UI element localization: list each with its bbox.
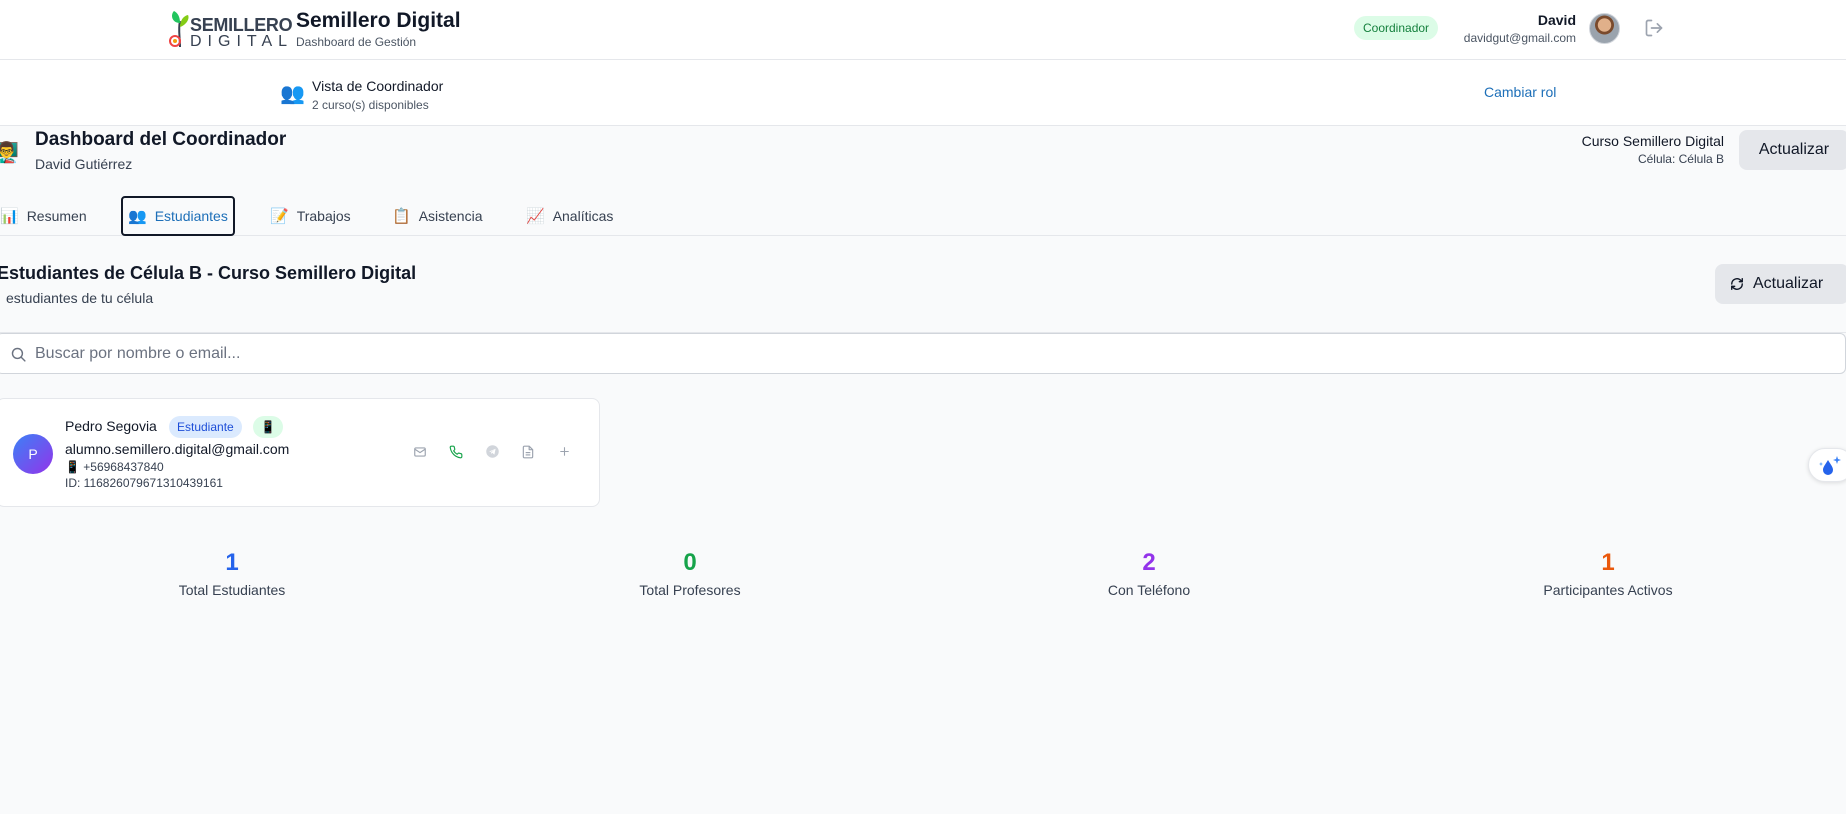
student-id: ID: 116826079671310439161: [65, 476, 223, 490]
stat-total-students-value: 1: [225, 549, 239, 576]
student-phone: 📱 +56968437840: [65, 460, 164, 474]
students-section-title: Estudiantes de Célula B - Curso Semiller…: [0, 263, 417, 283]
app-subtitle: Dashboard de Gestión: [296, 35, 417, 49]
stat-with-phone-label: Con Teléfono: [1107, 582, 1191, 598]
tab-asistencia[interactable]: 📋 Asistencia: [388, 196, 487, 236]
stat-total-students-label: Total Estudiantes: [178, 582, 286, 598]
stat-total-teachers-value: 0: [683, 549, 697, 576]
students-refresh-button[interactable]: Actualizar: [1715, 264, 1846, 304]
search-icon: [11, 347, 26, 362]
tab-label: Trabajos: [296, 208, 351, 224]
course-cell: Célula: Célula B: [1637, 152, 1724, 166]
user-name: David: [1537, 12, 1576, 28]
refresh-icon: [1731, 278, 1743, 290]
teacher-emoji-icon: 👨‍🏫: [0, 142, 19, 164]
view-document-button[interactable]: [519, 444, 537, 462]
coordinator-people-icon: 👥: [280, 83, 305, 105]
dashboard-refresh-button[interactable]: Actualizar: [1739, 130, 1846, 170]
trend-chart-icon: 📈: [526, 208, 545, 225]
telegram-button[interactable]: [483, 444, 501, 462]
telegram-icon: [485, 445, 499, 458]
refresh-label: Actualizar: [1753, 275, 1824, 292]
clipboard-icon: 📋: [392, 208, 411, 225]
stat-active-participants-value: 1: [1601, 549, 1615, 576]
top-header: SEMILLERO DIGITAL Semillero Digital Dash…: [0, 0, 1846, 60]
logout-icon[interactable]: [1644, 18, 1664, 38]
tab-estudiantes[interactable]: 👥 Estudiantes: [121, 196, 235, 236]
student-search-input[interactable]: [35, 340, 1815, 368]
logo-text-bottom: DIGITAL: [190, 33, 294, 50]
dashboard-tabs: 📊 Resumen 👥 Estudiantes 📝 Trabajos 📋 Asi…: [0, 196, 1846, 236]
tab-label: Estudiantes: [154, 208, 228, 224]
document-icon: [522, 445, 534, 458]
stat-active-participants-label: Participantes Activos: [1543, 582, 1673, 598]
floating-assistant-button[interactable]: [1808, 448, 1846, 482]
has-phone-badge: 📱: [253, 416, 283, 438]
role-bar: 👥 Vista de Coordinador 2 curso(s) dispon…: [0, 60, 1846, 126]
dashboard-title: Dashboard del Coordinador: [35, 129, 287, 150]
sparkle-drop-icon: [1819, 456, 1841, 475]
tab-trabajos[interactable]: 📝 Trabajos: [266, 196, 355, 236]
students-section-subtitle: estudiantes de tu célula: [6, 290, 154, 306]
stat-total-teachers-label: Total Profesores: [639, 582, 741, 598]
tab-label: Analíticas: [552, 208, 614, 224]
tab-analiticas[interactable]: 📈 Analíticas: [522, 196, 617, 236]
stat-with-phone-value: 2: [1142, 549, 1156, 576]
call-button[interactable]: [447, 444, 465, 462]
role-badge: Coordinador: [1354, 16, 1439, 40]
plus-icon: [559, 447, 569, 456]
bar-chart-icon: 📊: [0, 208, 19, 225]
student-avatar: P: [13, 434, 53, 474]
add-button[interactable]: [555, 444, 573, 462]
change-role-button[interactable]: Cambiar rol: [1484, 84, 1556, 100]
sprout-logo-icon: [169, 11, 189, 48]
dashboard-user-name: David Gutiérrez: [35, 156, 133, 172]
memo-icon: 📝: [270, 208, 289, 225]
tab-resumen[interactable]: 📊 Resumen: [0, 196, 91, 236]
send-email-button[interactable]: [411, 444, 429, 462]
mail-icon: [414, 446, 426, 457]
student-card: P Pedro Segovia Estudiante 📱 alumno.semi…: [0, 398, 600, 507]
phone-icon: [449, 445, 463, 458]
people-icon: 👥: [128, 208, 147, 225]
tab-label: Resumen: [26, 208, 87, 224]
tab-label: Asistencia: [418, 208, 483, 224]
student-role-badge: Estudiante: [169, 416, 242, 438]
app-title: Semillero Digital: [296, 9, 461, 32]
user-avatar[interactable]: [1589, 13, 1620, 44]
course-name: Curso Semillero Digital: [1581, 133, 1724, 149]
student-email: alumno.semillero.digital@gmail.com: [65, 441, 290, 457]
student-name: Pedro Segovia: [65, 418, 157, 434]
role-view-title: Vista de Coordinador: [312, 78, 444, 94]
semillero-logo[interactable]: SEMILLERO DIGITAL: [168, 9, 293, 50]
role-view-subtitle: 2 curso(s) disponibles: [312, 98, 429, 112]
user-email: davidgut@gmail.com: [1463, 31, 1576, 45]
student-search-box: [0, 333, 1846, 374]
